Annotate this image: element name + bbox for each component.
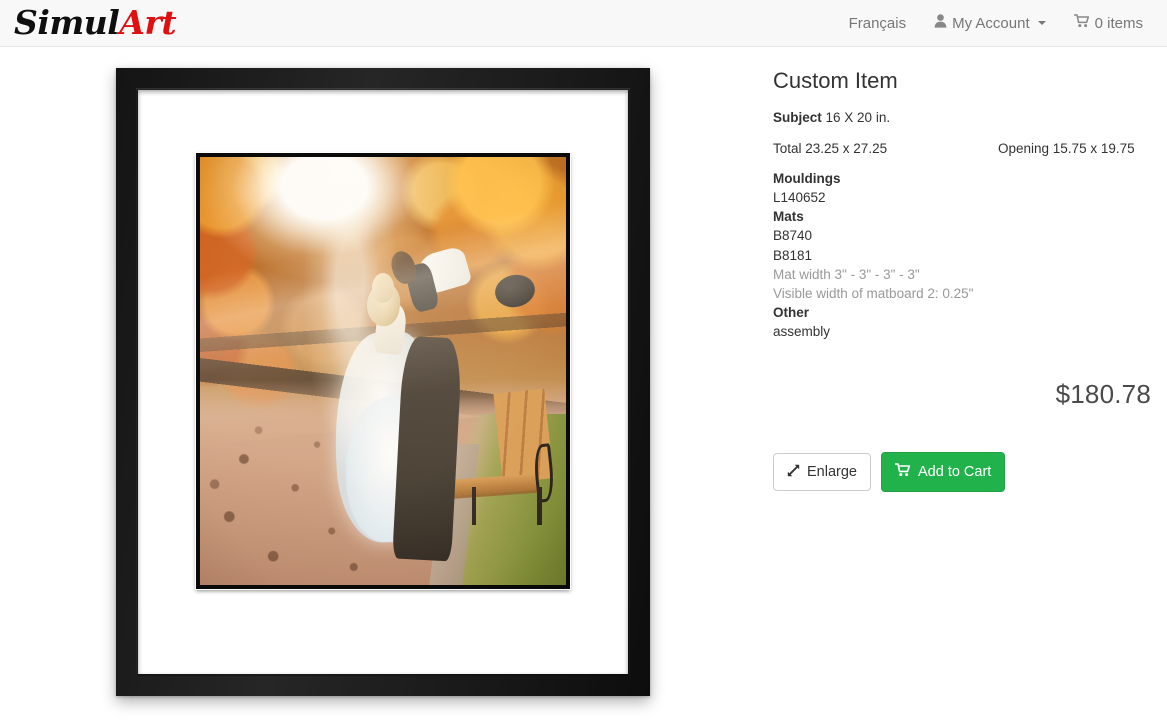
total-dimensions: Total 23.25 x 27.25 — [773, 140, 888, 156]
nav-language-french[interactable]: Français — [835, 0, 921, 46]
enlarge-button[interactable]: Enlarge — [773, 452, 871, 492]
expand-arrows-icon — [787, 464, 800, 481]
spec-group-mouldings: Mouldings L140652 — [773, 169, 1151, 207]
logo-text-primary: Simul — [14, 3, 120, 42]
item-price: $180.78 — [1055, 379, 1151, 410]
group-heading: Other — [773, 305, 810, 321]
picture-frame-moulding — [116, 68, 650, 696]
group-heading: Mats — [773, 209, 804, 225]
shopping-cart-icon — [1073, 14, 1090, 32]
subject-label: Subject — [773, 110, 822, 126]
group-value: B8181 — [773, 247, 813, 263]
nav-my-account[interactable]: My Account — [920, 0, 1060, 46]
photograph — [200, 157, 566, 585]
group-heading: Mouldings — [773, 170, 841, 186]
chevron-down-icon — [1037, 21, 1046, 25]
matboard-outer — [138, 90, 628, 674]
visible-matboard-note: Visible width of matboard 2: 0.25" — [773, 285, 974, 301]
nav-language-label: Français — [848, 14, 907, 32]
spec-group-mats: Mats B8740 B8181 Mat width 3" - 3" - 3" … — [773, 207, 1151, 303]
subject-value: 16 X 20 in. — [825, 110, 891, 126]
spec-group-other: Other assembly — [773, 303, 1151, 341]
group-value: B8740 — [773, 228, 813, 244]
group-value: L140652 — [773, 190, 826, 206]
dimensions-row: Total 23.25 x 27.25 Opening 15.75 x 19.7… — [773, 141, 1151, 156]
item-detail-panel: Custom Item Subject 16 X 20 in. Total 23… — [773, 68, 1151, 492]
shopping-cart-icon — [894, 463, 911, 481]
page-title: Custom Item — [773, 68, 898, 93]
add-to-cart-button-label: Add to Cart — [917, 463, 992, 480]
user-icon — [934, 14, 947, 32]
mat-width-note: Mat width 3" - 3" - 3" - 3" — [773, 266, 920, 282]
opening-dimensions: Opening 15.75 x 19.75 — [998, 140, 1135, 156]
nav-my-account-label: My Account — [952, 14, 1030, 32]
artwork-preview[interactable] — [116, 68, 650, 696]
enlarge-button-label: Enlarge — [807, 463, 857, 480]
action-buttons: Enlarge Add to Cart — [773, 452, 1151, 492]
group-value: assembly — [773, 324, 831, 340]
logo-text-accent: Art — [119, 3, 177, 42]
site-header: SimulArt Français My Account 0 items — [0, 0, 1167, 47]
subject-line: Subject 16 X 20 in. — [773, 108, 1151, 128]
photo-color-tone — [200, 157, 566, 585]
add-to-cart-button[interactable]: Add to Cart — [880, 452, 1006, 492]
nav-cart[interactable]: 0 items — [1060, 0, 1157, 46]
site-logo[interactable]: SimulArt — [14, 3, 177, 42]
nav-cart-label: 0 items — [1094, 14, 1143, 32]
main-navigation: Français My Account 0 items — [835, 0, 1157, 46]
matboard-inner — [196, 153, 570, 589]
